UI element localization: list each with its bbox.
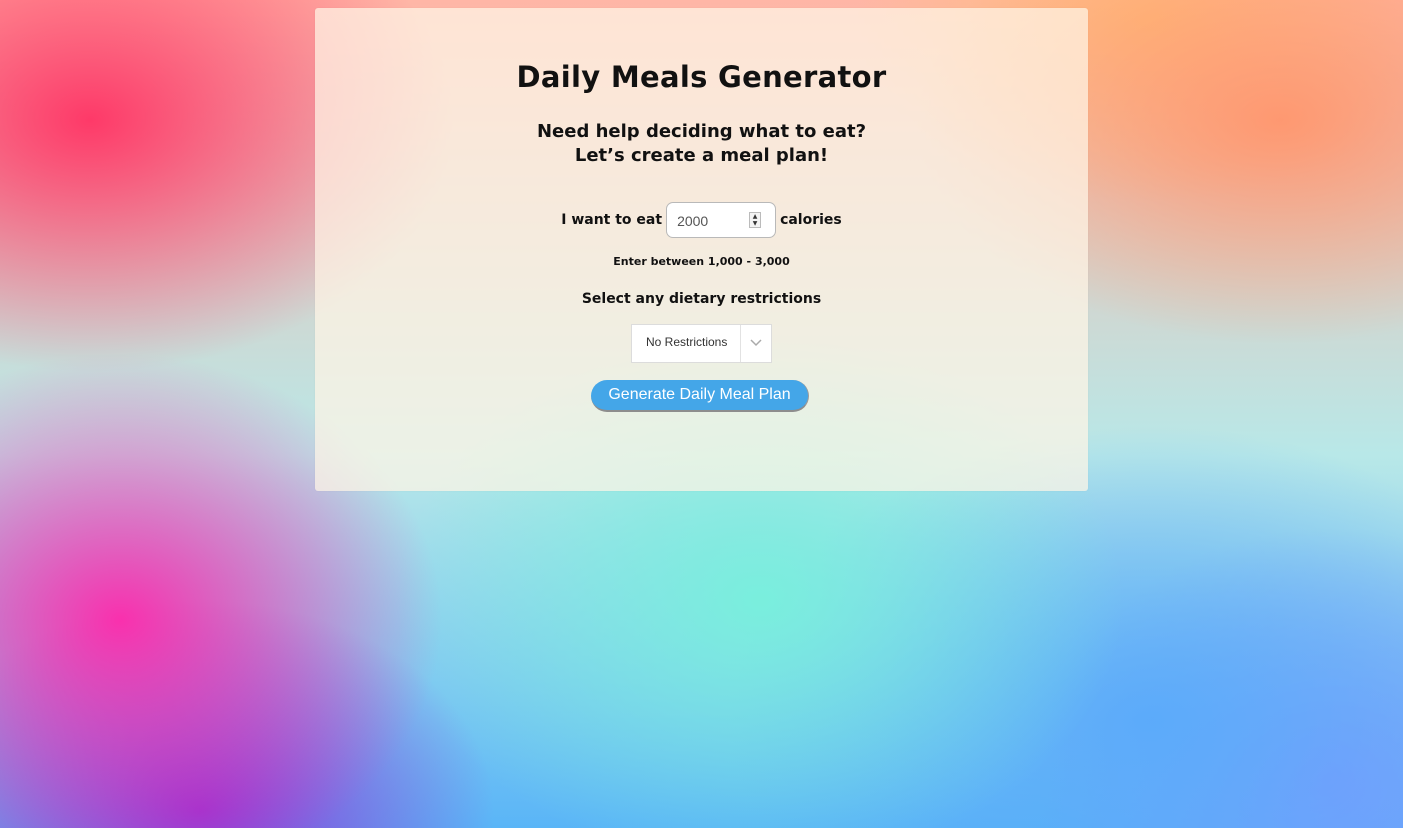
subtitle: Need help deciding what to eat? Let’s cr… (315, 120, 1088, 168)
dietary-label: Select any dietary restrictions (581, 291, 822, 307)
dietary-select[interactable]: No Restrictions (631, 324, 772, 363)
subtitle-line-1: Need help deciding what to eat? (536, 121, 867, 142)
subtitle-line-2: Let’s create a meal plan! (574, 145, 829, 166)
spin-up-icon[interactable]: ▲ (750, 213, 760, 220)
calorie-prefix-label: I want to eat (561, 212, 663, 228)
dietary-select-value: No Restrictions (646, 335, 728, 349)
page-title: Daily Meals Generator (516, 60, 887, 94)
select-divider (740, 325, 741, 362)
spin-down-icon[interactable]: ▼ (750, 220, 760, 227)
calorie-input-wrapper[interactable]: ▲ ▼ (666, 202, 777, 238)
calorie-suffix-label: calories (780, 212, 842, 228)
meal-generator-card: Daily Meals Generator Need help deciding… (315, 8, 1088, 491)
calorie-spinner[interactable]: ▲ ▼ (749, 212, 762, 228)
generate-meal-plan-button[interactable]: Generate Daily Meal Plan (591, 380, 809, 412)
calorie-input[interactable] (677, 211, 748, 231)
calorie-row: I want to eat ▲ ▼ calories (315, 201, 1088, 239)
calorie-hint: Enter between 1,000 - 3,000 (613, 255, 790, 268)
chevron-down-icon[interactable] (748, 334, 764, 352)
